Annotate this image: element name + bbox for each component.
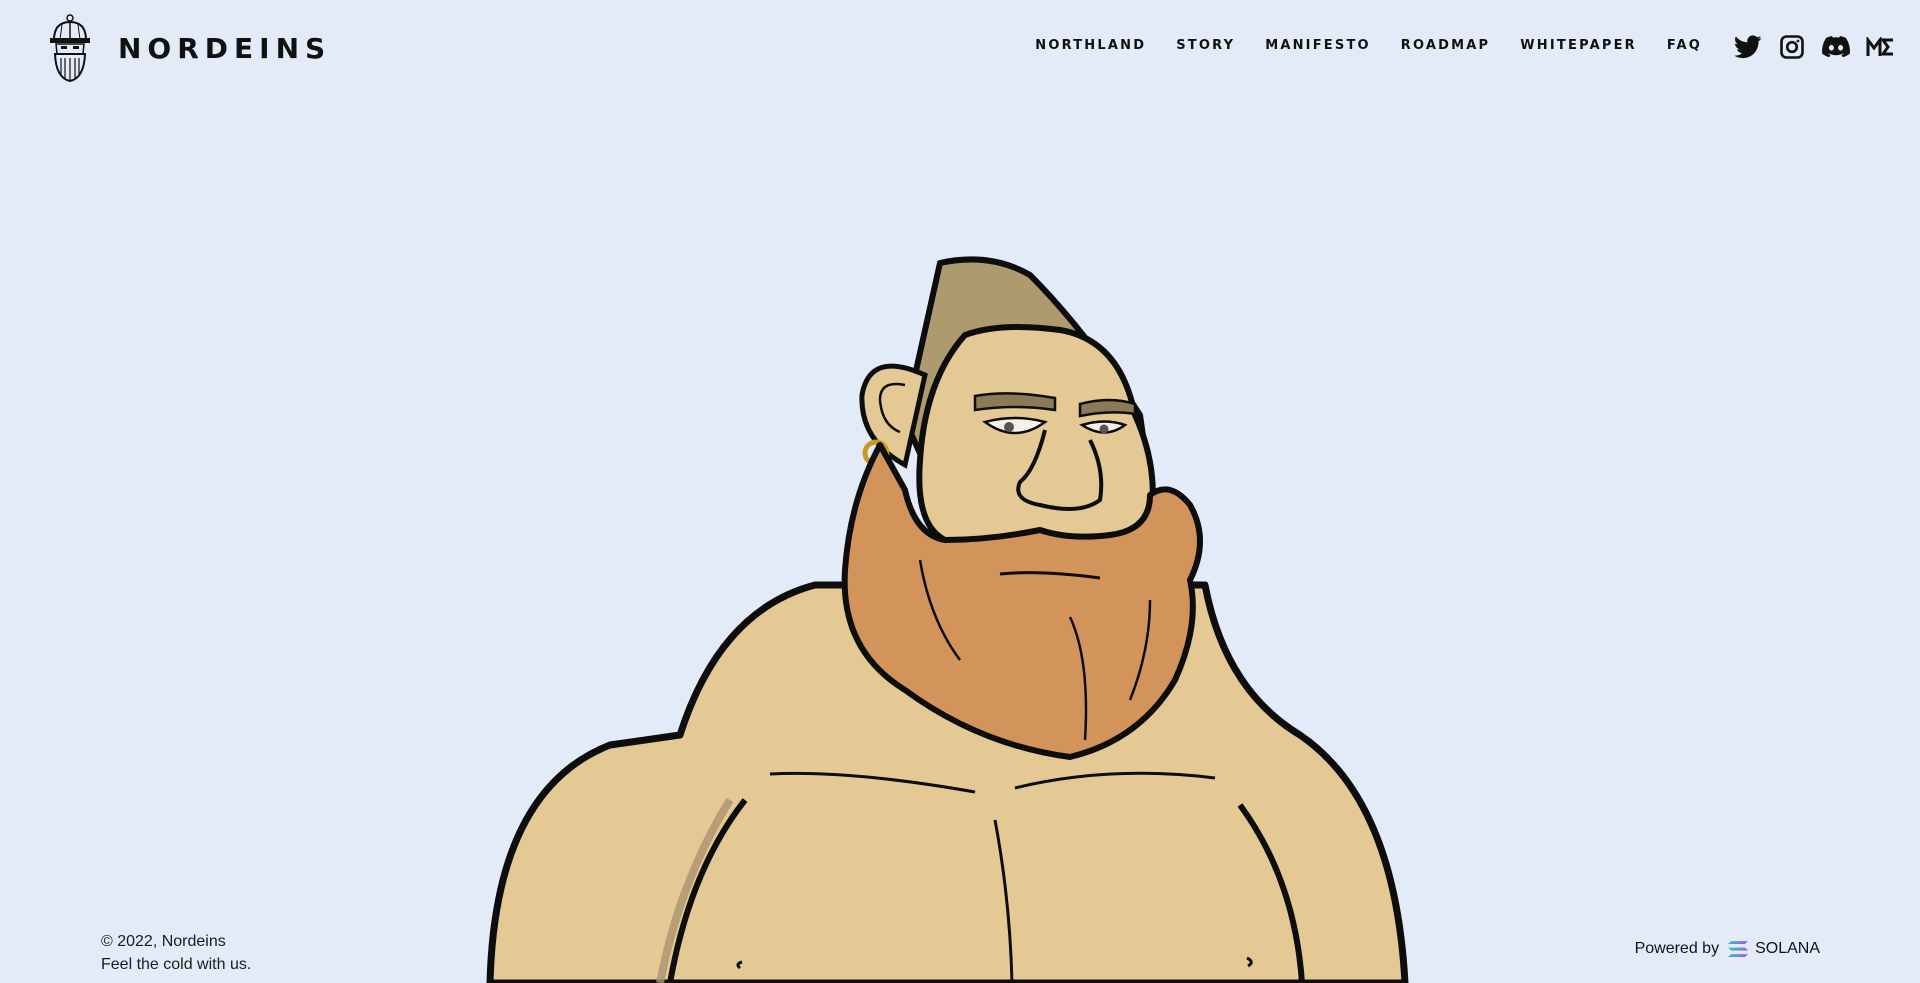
powered-by-solana[interactable]: Powered by SOLANA [1635, 940, 1820, 958]
instagram-icon[interactable] [1778, 34, 1806, 60]
site-header: NORDEINS NORTHLAND STORY MANIFESTO ROADM… [0, 0, 1920, 96]
main-nav: NORTHLAND STORY MANIFESTO ROADMAP WHITEP… [1005, 38, 1702, 53]
powered-by-label: Powered by [1634, 940, 1720, 957]
solana-label: SOLANA [1755, 940, 1820, 957]
footer-copyright-block: © 2022, Nordeins Feel the cold with us. [101, 930, 251, 976]
viking-logo-icon [50, 14, 90, 82]
nav-manifesto[interactable]: MANIFESTO [1265, 38, 1371, 53]
logo-link[interactable]: NORDEINS [46, 14, 331, 82]
tagline-text: Feel the cold with us. [101, 956, 252, 973]
brand-name: NORDEINS [118, 31, 332, 65]
nav-whitepaper[interactable]: WHITEPAPER [1520, 38, 1637, 53]
copyright-text: © 2022, Nordeins [101, 933, 226, 950]
nav-faq[interactable]: FAQ [1667, 38, 1702, 53]
nav-story[interactable]: STORY [1176, 38, 1235, 53]
viking-character-illustration [486, 256, 1409, 983]
magic-eden-icon[interactable] [1866, 34, 1894, 60]
discord-icon[interactable] [1822, 34, 1850, 60]
nav-northland[interactable]: NORTHLAND [1035, 38, 1146, 53]
twitter-icon[interactable] [1734, 34, 1762, 60]
nav-roadmap[interactable]: ROADMAP [1401, 38, 1491, 53]
solana-icon [1728, 941, 1749, 957]
social-links [1718, 34, 1894, 60]
